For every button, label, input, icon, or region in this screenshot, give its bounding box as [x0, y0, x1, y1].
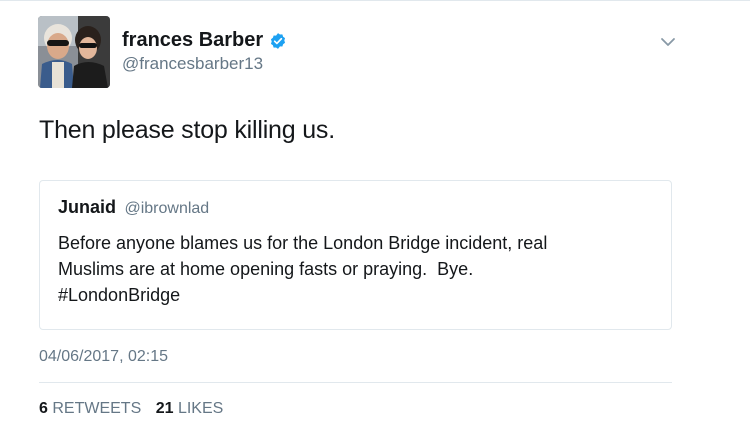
author-display-name[interactable]: frances Barber — [122, 29, 263, 52]
tweet-stats: 6 RETWEETS 21 LIKES — [39, 400, 233, 418]
retweets-label: RETWEETS — [52, 400, 142, 417]
retweets-count: 6 — [39, 400, 48, 417]
tweet-text: Then please stop killing us. — [39, 116, 335, 144]
top-divider — [0, 0, 750, 1]
quoted-hashtag: #LondonBridge — [58, 285, 181, 305]
quoted-text-line: Before anyone blames us for the London B… — [58, 233, 548, 253]
tweet-timestamp[interactable]: 04/06/2017, 02:15 — [39, 348, 168, 366]
quoted-author-handle: @ibrownlad — [124, 200, 210, 217]
likes-stat[interactable]: 21 LIKES — [156, 400, 224, 417]
quoted-text-line: Muslims are at home opening fasts or pra… — [58, 259, 474, 279]
avatar[interactable] — [38, 16, 110, 88]
quoted-tweet-card[interactable]: Junaid @ibrownlad Before anyone blames u… — [39, 180, 672, 330]
chevron-down-icon[interactable] — [660, 36, 676, 48]
stats-divider — [39, 382, 672, 383]
quoted-author-name: Junaid — [58, 197, 117, 217]
verified-badge-icon — [271, 32, 286, 49]
author-display-name-row[interactable]: frances Barber — [122, 29, 287, 52]
author-handle[interactable]: @francesbarber13 — [122, 54, 263, 74]
profile-photo — [38, 16, 110, 88]
quoted-tweet-text: Before anyone blames us for the London B… — [58, 230, 658, 308]
retweets-stat[interactable]: 6 RETWEETS — [39, 400, 141, 417]
likes-label: LIKES — [177, 400, 224, 417]
likes-count: 21 — [155, 400, 174, 417]
quoted-tweet-header: Junaid @ibrownlad — [58, 197, 209, 218]
